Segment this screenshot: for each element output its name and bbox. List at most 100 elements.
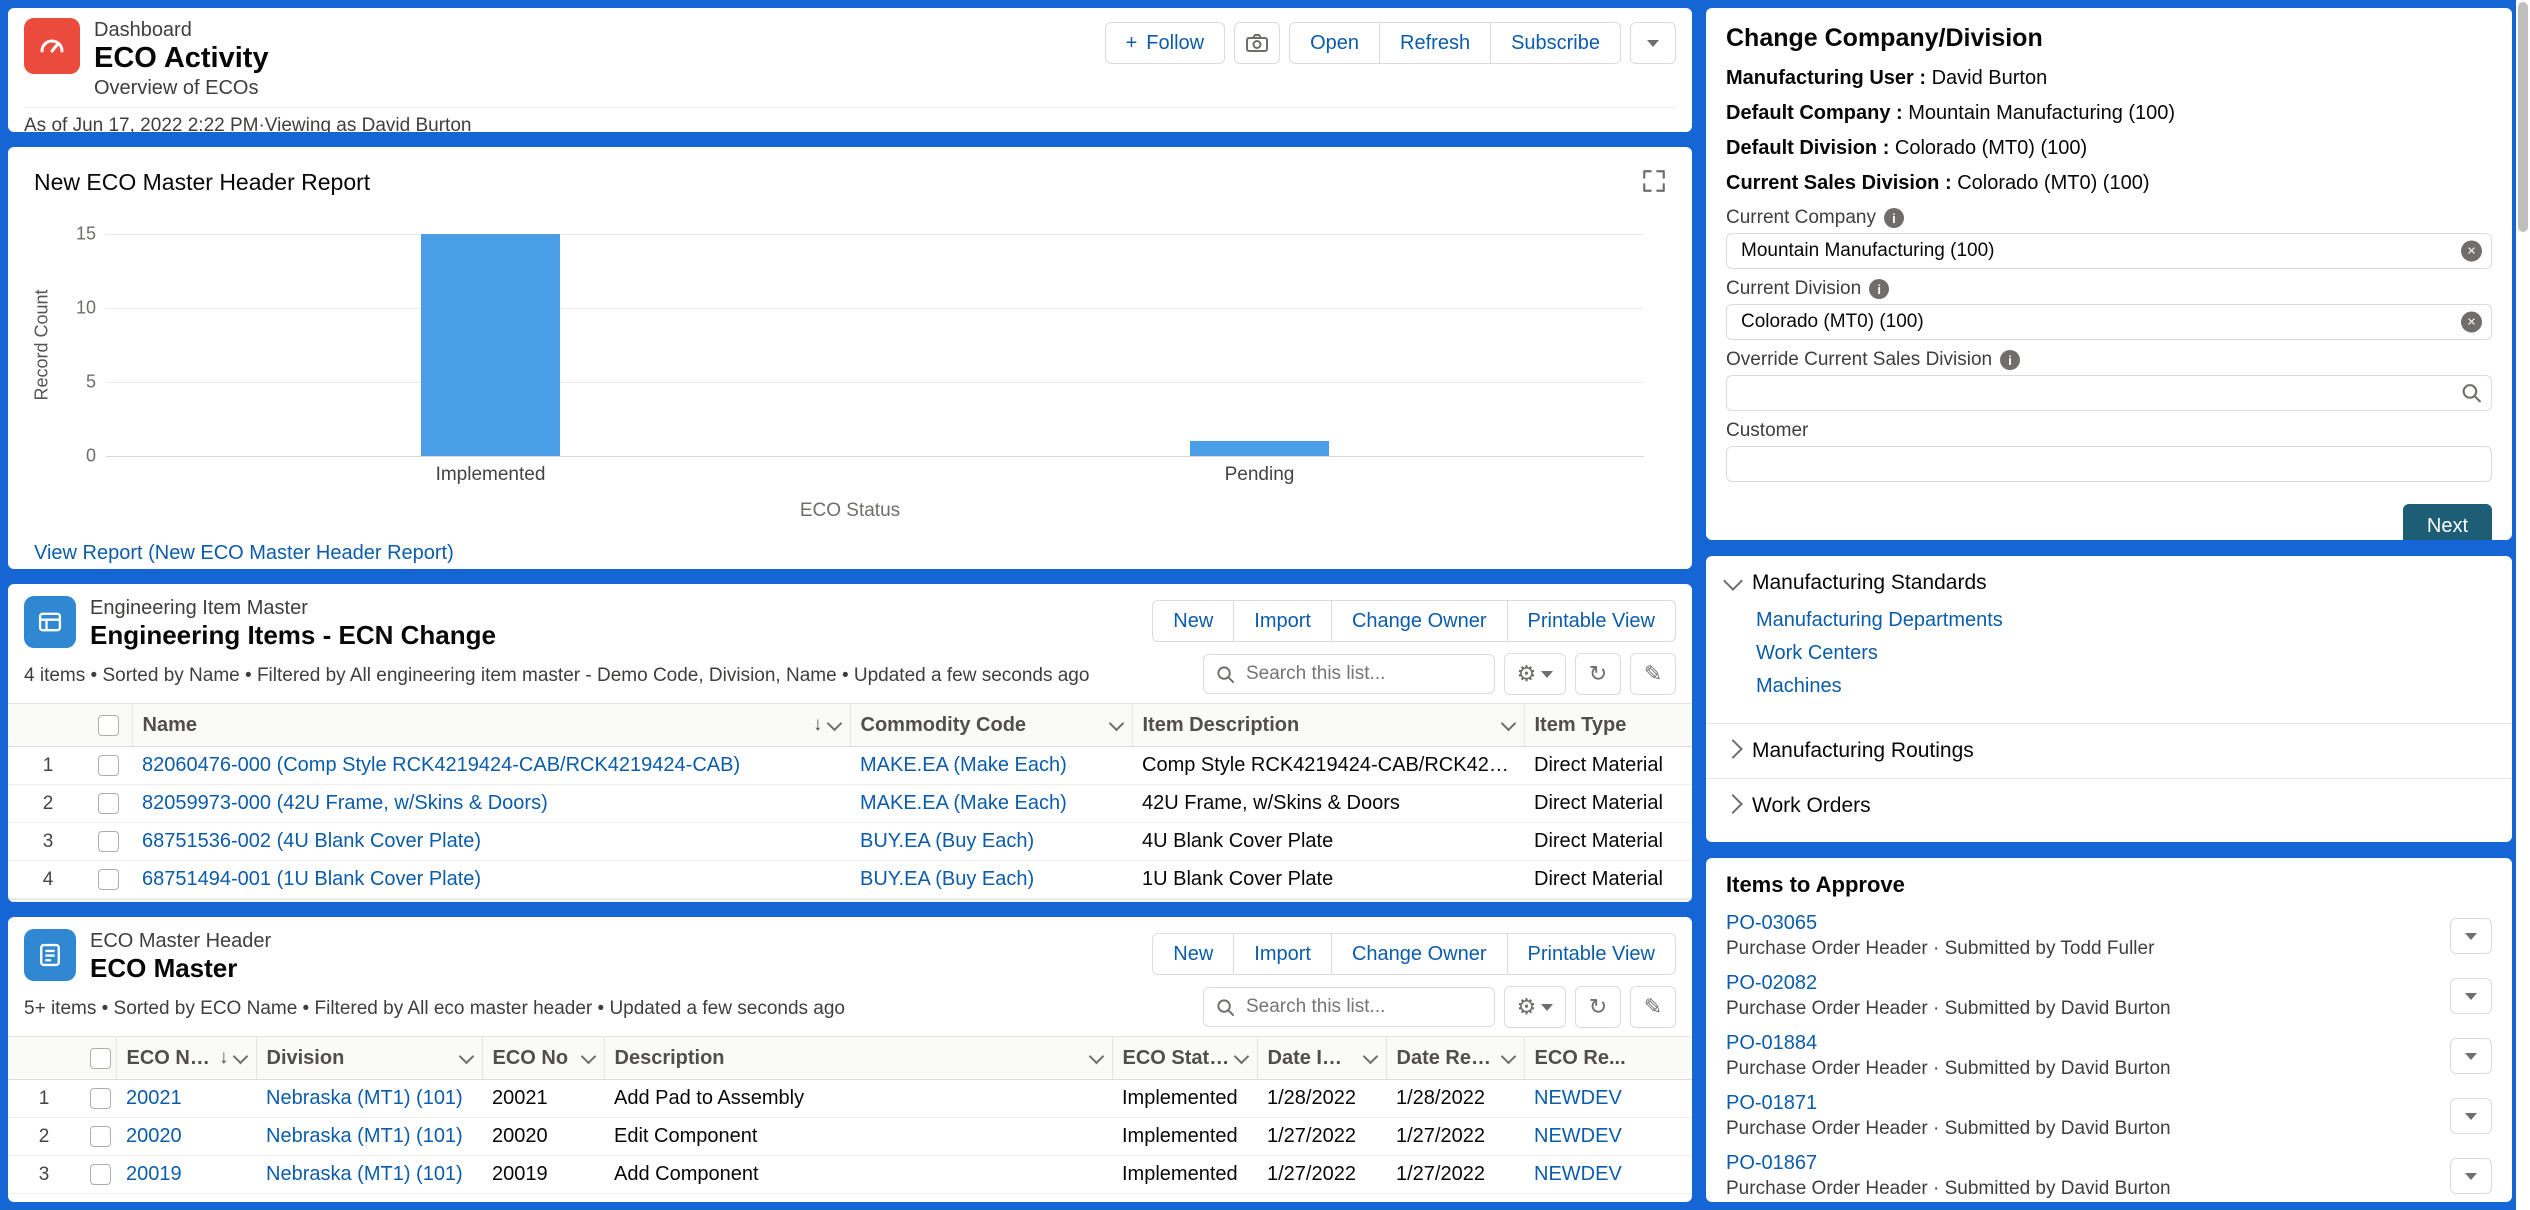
work-centers-link[interactable]: Work Centers bbox=[1756, 642, 1878, 664]
item-name-link[interactable]: 82060476-000 (Comp Style RCK4219424-CAB/… bbox=[142, 754, 840, 777]
list-settings-button[interactable]: ⚙ bbox=[1504, 986, 1566, 1028]
division-link[interactable]: Nebraska (MT1) (101) bbox=[266, 1087, 472, 1110]
eco-name-link[interactable]: 20020 bbox=[126, 1125, 246, 1148]
open-button[interactable]: Open bbox=[1289, 22, 1380, 64]
follow-button[interactable]: + Follow bbox=[1105, 22, 1225, 64]
eco-name-link[interactable]: 20019 bbox=[126, 1163, 246, 1186]
column-menu-icon[interactable] bbox=[1362, 1048, 1378, 1064]
refresh-button[interactable]: Refresh bbox=[1379, 22, 1491, 64]
item-name-link[interactable]: 82059973-000 (42U Frame, w/Skins & Doors… bbox=[142, 792, 840, 815]
row-checkbox[interactable] bbox=[98, 793, 119, 814]
row-checkbox[interactable] bbox=[90, 1164, 111, 1185]
column-menu-icon[interactable] bbox=[1233, 1048, 1249, 1064]
clear-field-button[interactable]: × bbox=[2461, 241, 2482, 262]
row-checkbox[interactable] bbox=[98, 755, 119, 776]
eco-reason-link[interactable]: NEWDEV bbox=[1534, 1125, 1682, 1148]
info-icon[interactable]: i bbox=[1884, 208, 1904, 228]
search-input[interactable] bbox=[1244, 995, 1482, 1019]
row-checkbox[interactable] bbox=[98, 831, 119, 852]
accordion-header[interactable]: Manufacturing Routings bbox=[1726, 739, 2492, 763]
approval-actions-button[interactable] bbox=[2450, 1038, 2492, 1074]
commodity-code-link[interactable]: MAKE.EA (Make Each) bbox=[860, 754, 1122, 777]
customer-field[interactable] bbox=[1726, 446, 2492, 482]
chevron-down-icon bbox=[2465, 993, 2477, 1000]
column-menu-icon[interactable] bbox=[1088, 1048, 1104, 1064]
subscribe-button[interactable]: Subscribe bbox=[1490, 22, 1621, 64]
new-button[interactable]: New bbox=[1152, 600, 1234, 642]
import-button[interactable]: Import bbox=[1233, 600, 1332, 642]
snapshot-button[interactable] bbox=[1234, 22, 1280, 64]
new-button[interactable]: New bbox=[1152, 933, 1234, 975]
eco-name-link[interactable]: 20021 bbox=[126, 1087, 246, 1110]
row-checkbox[interactable] bbox=[90, 1088, 111, 1109]
field-search-button[interactable] bbox=[2461, 383, 2482, 404]
division-link[interactable]: Nebraska (MT1) (101) bbox=[266, 1201, 472, 1202]
approval-record-link[interactable]: PO-01871 bbox=[1726, 1092, 2438, 1115]
vertical-scrollbar[interactable] bbox=[2516, 0, 2530, 1210]
approval-record-link[interactable]: PO-01867 bbox=[1726, 1152, 2438, 1175]
dashboard-more-button[interactable] bbox=[1630, 22, 1676, 64]
next-button[interactable]: Next bbox=[2403, 504, 2492, 540]
column-menu-icon[interactable] bbox=[458, 1048, 474, 1064]
commodity-code-link[interactable]: BUY.EA (Buy Each) bbox=[860, 868, 1122, 891]
item-name-link[interactable]: 68751536-002 (4U Blank Cover Plate) bbox=[142, 830, 840, 853]
printable-view-button[interactable]: Printable View bbox=[1507, 600, 1676, 642]
current-division-field[interactable] bbox=[1726, 304, 2492, 340]
approval-actions-button[interactable] bbox=[2450, 978, 2492, 1014]
select-all-checkbox[interactable] bbox=[98, 715, 119, 736]
division-link[interactable]: Nebraska (MT1) (101) bbox=[266, 1163, 472, 1186]
change-owner-button[interactable]: Change Owner bbox=[1331, 600, 1508, 642]
item-name-link[interactable]: 68751494-001 (1U Blank Cover Plate) bbox=[142, 868, 840, 891]
list-refresh-button[interactable]: ↻ bbox=[1575, 986, 1621, 1028]
commodity-code-link[interactable]: MAKE.EA (Make Each) bbox=[860, 792, 1122, 815]
list-search bbox=[1203, 987, 1495, 1027]
commodity-code-link[interactable]: BUY.EA (Buy Each) bbox=[860, 830, 1122, 853]
select-all-checkbox[interactable] bbox=[90, 1048, 111, 1069]
accordion-header[interactable]: Work Orders bbox=[1726, 794, 2492, 818]
panel-title: Change Company/Division bbox=[1726, 24, 2492, 53]
list-edit-button[interactable]: ✎ bbox=[1630, 653, 1676, 695]
info-icon[interactable]: i bbox=[1869, 279, 1889, 299]
eco-reason-link[interactable]: NEWDEV bbox=[1534, 1087, 1682, 1110]
printable-view-button[interactable]: Printable View bbox=[1507, 933, 1676, 975]
division-link[interactable]: Nebraska (MT1) (101) bbox=[266, 1125, 472, 1148]
column-menu-icon[interactable] bbox=[1500, 1048, 1516, 1064]
bar-implemented[interactable] bbox=[421, 234, 560, 456]
column-menu-icon[interactable] bbox=[1500, 715, 1516, 731]
import-button[interactable]: Import bbox=[1233, 933, 1332, 975]
list-edit-button[interactable]: ✎ bbox=[1630, 986, 1676, 1028]
approval-record-link[interactable]: PO-02082 bbox=[1726, 972, 2438, 995]
eco-reason-link[interactable]: NEWDEV bbox=[1534, 1163, 1682, 1186]
manufacturing-departments-link[interactable]: Manufacturing Departments bbox=[1756, 609, 2003, 631]
view-report-link[interactable]: View Report (New ECO Master Header Repor… bbox=[34, 542, 454, 565]
override-sales-division-field[interactable] bbox=[1726, 375, 2492, 411]
eco-reason-link[interactable]: NEWDEV bbox=[1534, 1201, 1682, 1202]
eco-name-link[interactable]: 20018 bbox=[126, 1201, 246, 1202]
current-company-field[interactable] bbox=[1726, 233, 2492, 269]
list-item: PO-01884 Purchase Order Header · Submitt… bbox=[1706, 1026, 2512, 1086]
clear-field-button[interactable]: × bbox=[2461, 312, 2482, 333]
column-menu-icon[interactable] bbox=[580, 1048, 596, 1064]
bar-pending[interactable] bbox=[1190, 441, 1329, 456]
approval-actions-button[interactable] bbox=[2450, 918, 2492, 954]
approval-record-link[interactable]: PO-01884 bbox=[1726, 1032, 2438, 1055]
approval-actions-button[interactable] bbox=[2450, 1158, 2492, 1194]
row-checkbox[interactable] bbox=[90, 1126, 111, 1147]
list-refresh-button[interactable]: ↻ bbox=[1575, 653, 1621, 695]
column-menu-icon[interactable] bbox=[826, 715, 842, 731]
approval-actions-button[interactable] bbox=[2450, 1098, 2492, 1134]
info-icon[interactable]: i bbox=[2000, 350, 2020, 370]
machines-link[interactable]: Machines bbox=[1756, 675, 1842, 697]
row-checkbox[interactable] bbox=[98, 869, 119, 890]
column-menu-icon[interactable] bbox=[1108, 715, 1124, 731]
horizontal-scrollbar[interactable] bbox=[8, 899, 1692, 902]
column-menu-icon[interactable] bbox=[232, 1048, 248, 1064]
approval-subtext: Purchase Order Header · Submitted by Dav… bbox=[1726, 998, 2438, 1020]
scrollbar-thumb[interactable] bbox=[2518, 2, 2528, 232]
accordion-header[interactable]: Manufacturing Standards bbox=[1726, 571, 2492, 595]
approval-record-link[interactable]: PO-03065 bbox=[1726, 912, 2438, 935]
change-owner-button[interactable]: Change Owner bbox=[1331, 933, 1508, 975]
expand-chart-button[interactable] bbox=[1634, 161, 1674, 201]
search-input[interactable] bbox=[1244, 662, 1482, 686]
list-settings-button[interactable]: ⚙ bbox=[1504, 653, 1566, 695]
